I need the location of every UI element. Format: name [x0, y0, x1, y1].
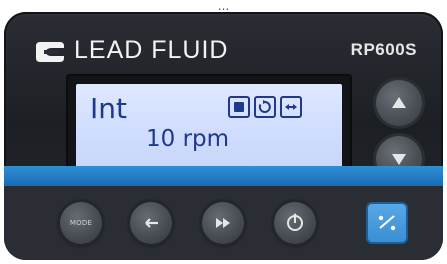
run-stop-button[interactable] — [274, 202, 316, 244]
prime-icon — [280, 96, 302, 118]
lcd-status-icons — [228, 96, 302, 118]
brand-name: LEAD FLUID — [74, 36, 229, 64]
percent-toggle-button[interactable] — [368, 204, 406, 242]
brand-logo: LEAD FLUID — [34, 36, 228, 65]
fast-forward-button[interactable] — [202, 202, 244, 244]
brand-mark-icon — [36, 41, 64, 62]
fast-forward-icon — [216, 218, 230, 228]
run-stop-icon — [287, 213, 303, 231]
blue-accent-band — [4, 166, 443, 186]
model-label: RP600S — [350, 40, 417, 59]
bottom-button-area: MODE — [4, 186, 443, 260]
lcd-mode-text: Int — [90, 92, 127, 125]
percent-toggle-icon — [378, 215, 396, 231]
up-arrow-icon — [392, 97, 406, 108]
back-button[interactable] — [130, 202, 172, 244]
mode-button-label: MODE — [69, 219, 93, 227]
direction-cw-icon — [254, 96, 276, 118]
up-button[interactable] — [376, 80, 422, 126]
pump-control-panel: LEAD FLUID RP600S Int 10 rpm MODE — [4, 12, 443, 260]
stop-icon — [228, 96, 250, 118]
lcd-display: Int 10 rpm — [76, 84, 342, 168]
lcd-speed-text: 10 rpm — [146, 126, 230, 152]
mode-button[interactable]: MODE — [60, 202, 102, 244]
back-arrow-icon — [145, 218, 158, 228]
